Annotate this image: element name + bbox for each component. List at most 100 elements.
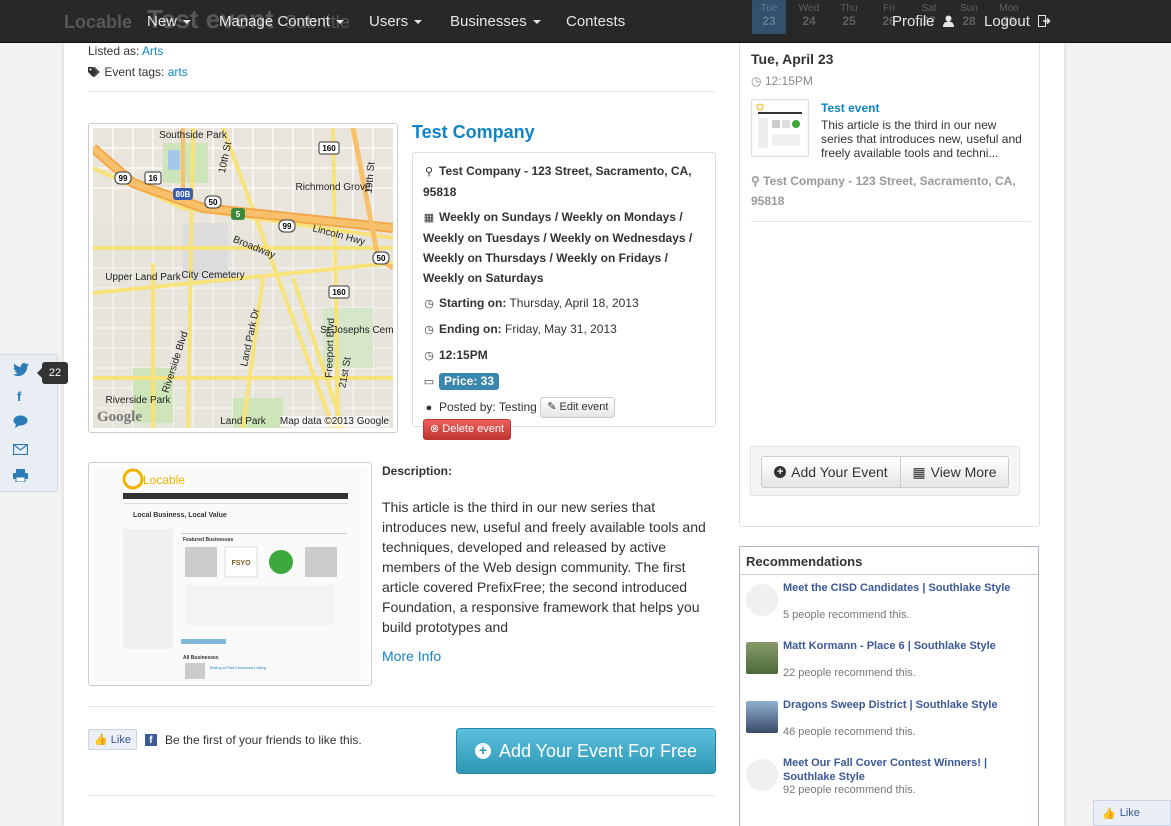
map-label: Riverside Park bbox=[105, 395, 171, 406]
category-link[interactable]: Arts bbox=[142, 44, 163, 58]
map-shield: 160 bbox=[332, 288, 346, 297]
more-info-link[interactable]: More Info bbox=[382, 648, 441, 664]
sidebar-event-title[interactable]: Test event bbox=[821, 101, 879, 115]
sidebar-event-text: This article is the third in our new ser… bbox=[821, 118, 1022, 160]
recommendation-item[interactable]: Meet the CISD Candidates | Southlake Sty… bbox=[746, 581, 1036, 631]
map-shield: 160 bbox=[322, 144, 336, 153]
detail-time: ◷ 12:15PM bbox=[423, 345, 705, 366]
detail-schedule: ▦ Weekly on Sundays / Weekly on Mondays /… bbox=[423, 210, 693, 285]
recommendation-item[interactable]: Dragons Sweep District | Southlake Style… bbox=[746, 698, 1036, 748]
facebook-like-button[interactable]: 👍 Like bbox=[88, 729, 137, 750]
sidebar-events: Tue, April 23 ◷ 12:15PM Test event This … bbox=[739, 43, 1040, 527]
delete-event-button[interactable]: ⊗ Delete event bbox=[423, 418, 512, 440]
floating-like-button[interactable]: 👍 Like bbox=[1093, 800, 1171, 826]
add-your-event-button[interactable]: + Add Your Event bbox=[761, 456, 901, 488]
nav-profile[interactable]: Profile bbox=[892, 13, 954, 30]
print-icon[interactable] bbox=[13, 469, 28, 485]
thumbs-up-icon: 👍 bbox=[94, 734, 108, 746]
rec-thumbnail bbox=[746, 701, 778, 733]
calendar-day[interactable]: Wed 24 bbox=[792, 0, 826, 34]
calendar-icon: ▦ bbox=[912, 463, 926, 480]
website-screenshot-image: Locable Local Business, Local Value Feat… bbox=[93, 467, 367, 681]
event-image[interactable]: Locable Local Business, Local Value Feat… bbox=[88, 462, 372, 686]
divider bbox=[88, 706, 715, 707]
rec-title[interactable]: Matt Kormann - Place 6 | Southlake Style bbox=[783, 639, 1033, 653]
facebook-icon: f bbox=[144, 733, 157, 746]
sidebar-time: ◷ 12:15PM bbox=[751, 74, 813, 88]
detail-price: ▭ Price: 33 bbox=[423, 371, 705, 392]
tweet-count-badge: 22 bbox=[37, 362, 68, 384]
rec-thumbnail bbox=[746, 584, 778, 616]
divider bbox=[751, 221, 1031, 222]
pencil-icon: ✎ bbox=[547, 401, 557, 414]
edit-event-button[interactable]: ✎ Edit event bbox=[540, 397, 616, 419]
map-shield: 50 bbox=[209, 198, 218, 207]
map-credit: Map data ©2013 Google bbox=[279, 416, 389, 427]
user-icon bbox=[942, 15, 954, 27]
description-text: This article is the third in our new ser… bbox=[382, 499, 706, 635]
nav-new[interactable]: New bbox=[147, 13, 192, 30]
recommendation-item[interactable]: Meet Our Fall Cover Contest Winners! | S… bbox=[746, 756, 1036, 806]
caret-down-icon bbox=[414, 20, 423, 25]
nav-users[interactable]: Users bbox=[369, 13, 423, 30]
recommendations-widget: Recommendations Meet the CISD Candidates… bbox=[739, 546, 1039, 826]
add-event-free-button[interactable]: + Add Your Event For Free bbox=[456, 728, 716, 774]
user-icon: ● bbox=[425, 402, 433, 414]
map-canvas[interactable]: Southside Park Richmond Grove Broadway L… bbox=[93, 128, 393, 428]
envelope-icon[interactable] bbox=[12, 443, 29, 458]
remove-icon: ⊗ bbox=[430, 422, 440, 435]
sidebar-location: ⚲ Test Company - 123 Street, Sacramento,… bbox=[751, 174, 1016, 208]
sign-out-icon bbox=[1038, 15, 1051, 27]
map-shield: 99 bbox=[119, 174, 128, 183]
money-icon: ▭ bbox=[423, 376, 435, 388]
rec-title[interactable]: Meet Our Fall Cover Contest Winners! | S… bbox=[783, 756, 1033, 784]
caret-down-icon bbox=[183, 20, 192, 25]
plus-circle-icon: + bbox=[774, 466, 787, 478]
map-shield: 50 bbox=[377, 254, 386, 263]
map-marker-icon: ⚲ bbox=[424, 166, 434, 178]
sidebar-button-group: + Add Your Event ▦ View More bbox=[750, 446, 1020, 496]
comment-icon[interactable] bbox=[13, 415, 28, 431]
twitter-icon[interactable] bbox=[13, 363, 29, 379]
price-badge: Price: 33 bbox=[439, 373, 500, 390]
thumbs-up-icon: 👍 bbox=[1102, 807, 1116, 820]
clock-icon: ◷ bbox=[424, 350, 434, 362]
rec-title[interactable]: Meet the CISD Candidates | Southlake Sty… bbox=[783, 581, 1033, 595]
nav-businesses[interactable]: Businesses bbox=[450, 13, 541, 30]
tags-icon bbox=[88, 66, 100, 78]
event-tags: Event tags: arts bbox=[88, 65, 188, 79]
rec-title[interactable]: Dragons Sweep District | Southlake Style bbox=[783, 698, 1033, 712]
listed-as: Listed as: Arts bbox=[88, 44, 164, 58]
nav-manage-content[interactable]: Manage Content bbox=[219, 13, 344, 30]
detail-end: ◷ Ending on: Friday, May 31, 2013 bbox=[423, 319, 705, 340]
company-name[interactable]: Test Company bbox=[412, 122, 535, 143]
calendar-icon: ▦ bbox=[423, 212, 435, 224]
facebook-icon[interactable]: f bbox=[17, 389, 21, 404]
view-more-button[interactable]: ▦ View More bbox=[900, 456, 1009, 488]
thumb-brand: Locable bbox=[143, 473, 185, 487]
map-shield: 5 bbox=[236, 210, 241, 219]
map-shield: 16 bbox=[149, 174, 158, 183]
divider bbox=[88, 91, 715, 92]
sidebar-event-thumb[interactable] bbox=[751, 99, 809, 157]
calendar-day[interactable]: Sun 28 bbox=[952, 0, 986, 34]
thumb-all-businesses: All Businesses bbox=[183, 655, 219, 661]
facebook-like-box: 👍 Like f Be the first of your friends to… bbox=[88, 729, 362, 750]
rec-count: 5 people recommend this. bbox=[783, 609, 910, 621]
recommendation-item[interactable]: Matt Kormann - Place 6 | Southlake Style… bbox=[746, 639, 1036, 689]
sidebar-date: Tue, April 23 bbox=[751, 51, 834, 67]
location-map[interactable]: Southside Park Richmond Grove Broadway L… bbox=[88, 123, 398, 433]
nav-logout[interactable]: Logout bbox=[984, 13, 1051, 30]
recommendations-heading: Recommendations bbox=[740, 547, 1038, 575]
sidebar-thumb-image bbox=[754, 102, 806, 154]
divider bbox=[88, 795, 715, 796]
svg-text:FSYO: FSYO bbox=[231, 560, 251, 567]
tag-link[interactable]: arts bbox=[168, 65, 188, 79]
calendar-day[interactable]: Thu 25 bbox=[832, 0, 866, 34]
nav-contests[interactable]: Contests bbox=[566, 13, 625, 30]
map-shield: 99 bbox=[283, 222, 292, 231]
map-shield: 80B bbox=[176, 190, 191, 199]
google-logo: Google bbox=[97, 409, 142, 425]
calendar-day[interactable]: Tue 23 bbox=[752, 0, 786, 34]
plus-circle-icon: + bbox=[474, 743, 491, 759]
